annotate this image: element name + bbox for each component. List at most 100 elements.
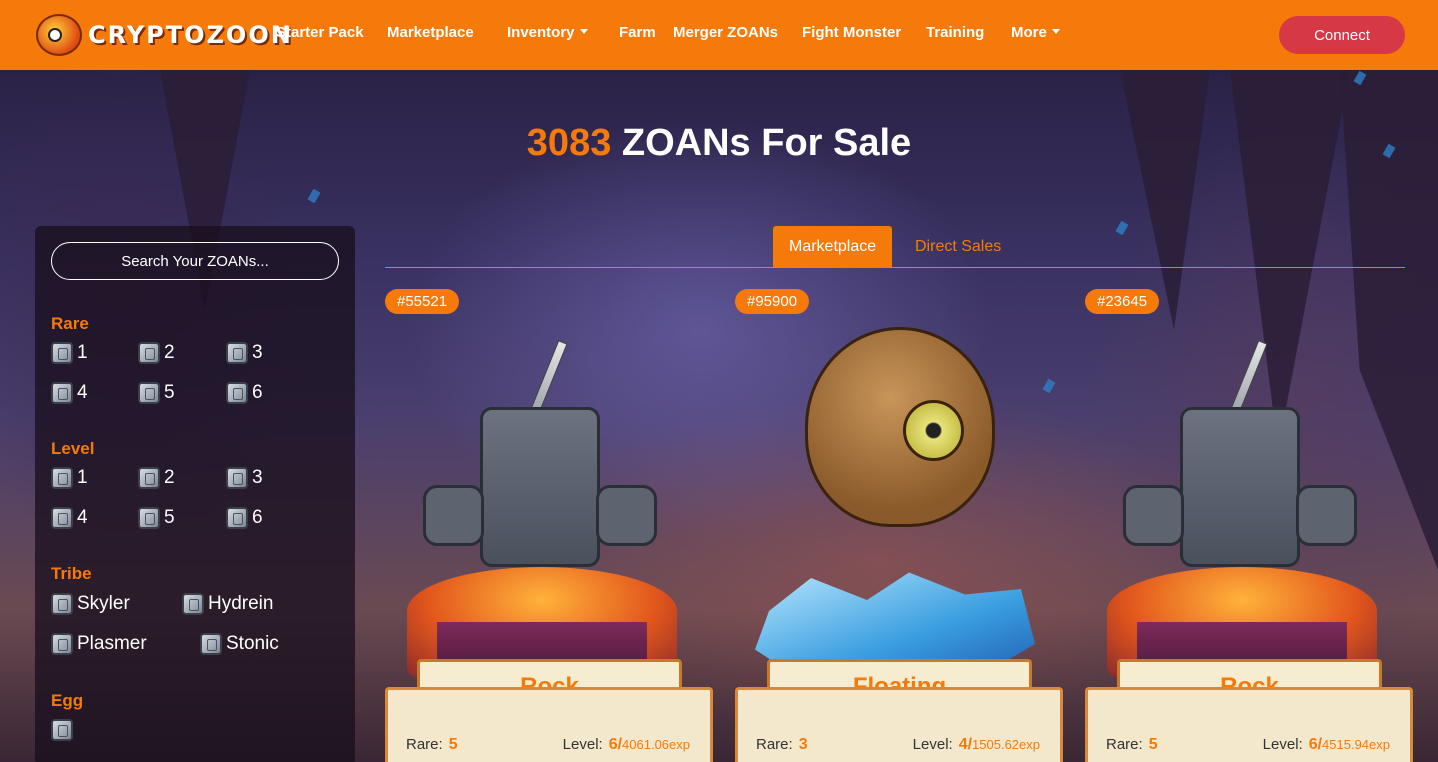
- zoan-card[interactable]: #95900 Floating Rare:3 Level:4/1505.62ex…: [735, 287, 1065, 762]
- nav-farm[interactable]: Farm: [619, 24, 656, 41]
- checkbox-label: 2: [164, 342, 175, 363]
- level-checkbox-3[interactable]: 3: [226, 467, 263, 489]
- rare-value: 3: [798, 736, 808, 753]
- checkbox-icon: [51, 719, 73, 741]
- level-checkbox-2[interactable]: 2: [138, 467, 175, 489]
- checkbox-label: 6: [252, 507, 263, 528]
- level-value: 6/: [1308, 736, 1323, 753]
- zoan-info-panel: Rare: 5 Level: 6/4515.94exp: [1085, 687, 1413, 762]
- zoan-info-panel: Rare: 3 Level: 4/1505.62exp: [735, 687, 1063, 762]
- checkbox-label: Skyler: [77, 593, 130, 614]
- zoan-card[interactable]: #23645 Rock Rare:5 Level:6/4515.94exp: [1085, 287, 1415, 762]
- zoan-info-panel: Rare: 5 Level: 6/4061.06exp: [385, 687, 713, 762]
- checkbox-icon: [226, 382, 248, 404]
- rare-field: Rare: 5: [406, 736, 458, 754]
- tab-marketplace[interactable]: Marketplace: [773, 226, 893, 267]
- nav-training[interactable]: Training: [926, 24, 984, 41]
- checkbox-icon: [200, 633, 222, 655]
- rare-checkbox-1[interactable]: 1: [51, 342, 88, 364]
- rare-field: Rare: 3: [756, 736, 808, 754]
- checkbox-icon: [51, 382, 73, 404]
- page-title: 3083 ZOANs For Sale: [0, 122, 1438, 165]
- checkbox-label: Stonic: [226, 633, 279, 654]
- checkbox-label: 3: [252, 467, 263, 488]
- nav-more-label: More: [1011, 24, 1047, 41]
- exp-value: 4515.94exp: [1322, 737, 1390, 752]
- checkbox-icon: [226, 467, 248, 489]
- exp-value: 4061.06exp: [622, 737, 690, 752]
- egg-checkbox[interactable]: [51, 719, 77, 741]
- filter-egg-label: Egg: [51, 691, 84, 710]
- chevron-down-icon: [579, 29, 588, 34]
- nav-more[interactable]: More: [1011, 24, 1060, 41]
- page-title-text: ZOANs For Sale: [621, 122, 912, 164]
- rare-checkbox-5[interactable]: 5: [138, 382, 175, 404]
- rock-golem-image: [1123, 407, 1357, 567]
- checkbox-icon: [138, 467, 160, 489]
- rare-value: 5: [1148, 736, 1158, 753]
- checkbox-label: 5: [164, 507, 175, 528]
- level-checkbox-5[interactable]: 5: [138, 507, 175, 529]
- nav-inventory[interactable]: Inventory: [507, 24, 588, 41]
- checkbox-label: 4: [77, 382, 88, 403]
- chevron-down-icon: [1051, 29, 1060, 34]
- checkbox-icon: [51, 342, 73, 364]
- tribe-checkbox-plasmer[interactable]: Plasmer: [51, 633, 147, 655]
- filter-rare-label: Rare: [51, 314, 89, 333]
- filter-sidebar: Rare 1 2 3 4 5 6 Level 1 2 3 4 5 6 Tribe…: [35, 226, 355, 762]
- checkbox-icon: [51, 593, 73, 615]
- rare-label: Rare:: [1106, 736, 1143, 753]
- rare-checkbox-6[interactable]: 6: [226, 382, 263, 404]
- tribe-checkbox-hydrein[interactable]: Hydrein: [182, 593, 273, 615]
- level-label: Level:: [562, 736, 603, 753]
- checkbox-icon: [138, 507, 160, 529]
- checkbox-label: 3: [252, 342, 263, 363]
- checkbox-icon: [138, 342, 160, 364]
- zoan-id-badge: #55521: [385, 289, 460, 314]
- rare-checkbox-4[interactable]: 4: [51, 382, 88, 404]
- zoan-id-badge: #23645: [1085, 289, 1160, 314]
- nav-marketplace[interactable]: Marketplace: [387, 24, 474, 41]
- checkbox-icon: [226, 507, 248, 529]
- rare-label: Rare:: [406, 736, 443, 753]
- nav-starter-pack[interactable]: Starter Pack: [276, 24, 364, 41]
- zoan-card[interactable]: #55521 Rock Rare:5 Level:6/4061.06exp: [385, 287, 715, 762]
- tribe-checkbox-stonic[interactable]: Stonic: [200, 633, 279, 655]
- filter-level-label: Level: [51, 439, 95, 458]
- dragon-logo-icon: [36, 14, 82, 56]
- nav-fight-monster[interactable]: Fight Monster: [802, 24, 901, 41]
- checkbox-label: Plasmer: [77, 633, 147, 654]
- level-label: Level:: [1262, 736, 1303, 753]
- checkbox-icon: [182, 593, 204, 615]
- checkbox-label: 1: [77, 342, 88, 363]
- level-value: 6/: [608, 736, 623, 753]
- brand-name: CRYPTOZOON: [88, 21, 293, 49]
- nav-merger-zoans[interactable]: Merger ZOANs: [673, 24, 778, 41]
- checkbox-icon: [138, 382, 160, 404]
- level-field: Level: 6/4515.94exp: [1263, 736, 1390, 754]
- level-value: 4/: [958, 736, 973, 753]
- rare-checkbox-3[interactable]: 3: [226, 342, 263, 364]
- rare-checkbox-2[interactable]: 2: [138, 342, 175, 364]
- rock-golem-image: [423, 407, 657, 567]
- level-checkbox-4[interactable]: 4: [51, 507, 88, 529]
- checkbox-icon: [51, 633, 73, 655]
- checkbox-icon: [51, 507, 73, 529]
- rare-label: Rare:: [756, 736, 793, 753]
- checkbox-label: 1: [77, 467, 88, 488]
- level-checkbox-6[interactable]: 6: [226, 507, 263, 529]
- checkbox-label: 5: [164, 382, 175, 403]
- level-field: Level: 6/4061.06exp: [563, 736, 690, 754]
- checkbox-label: 2: [164, 467, 175, 488]
- rare-value: 5: [448, 736, 458, 753]
- tribe-checkbox-skyler[interactable]: Skyler: [51, 593, 130, 615]
- tab-direct-sales[interactable]: Direct Sales: [899, 226, 1017, 267]
- top-navbar: CRYPTOZOON Starter Pack Marketplace Inve…: [0, 0, 1438, 70]
- level-label: Level:: [912, 736, 953, 753]
- search-input[interactable]: [51, 242, 339, 280]
- brand-logo[interactable]: CRYPTOZOON: [36, 14, 293, 56]
- exp-value: 1505.62exp: [972, 737, 1040, 752]
- level-checkbox-1[interactable]: 1: [51, 467, 88, 489]
- connect-wallet-button[interactable]: Connect: [1279, 16, 1405, 54]
- floating-monster-image: [805, 327, 995, 527]
